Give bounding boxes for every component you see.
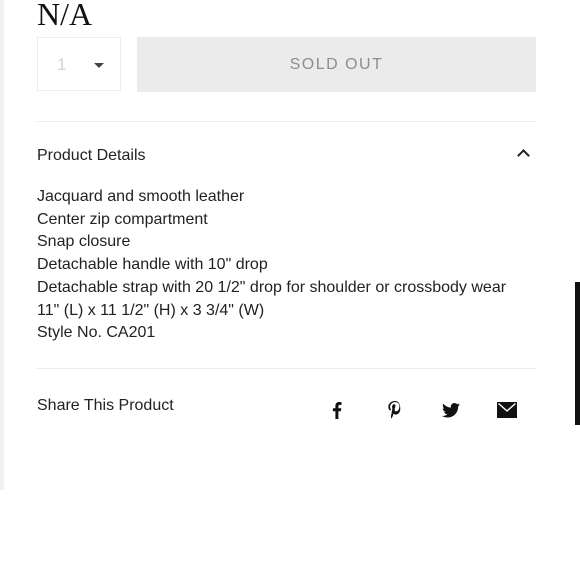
product-page: N/A 1 SOLD OUT Product Details Jacquard … <box>0 0 580 580</box>
sold-out-button[interactable]: SOLD OUT <box>137 37 536 92</box>
quantity-select[interactable]: 1 <box>37 37 121 91</box>
detail-item: Snap closure <box>37 233 131 251</box>
detail-item: Detachable handle with 10" drop <box>37 256 268 274</box>
detail-item: Center zip compartment <box>37 210 208 228</box>
facebook-icon[interactable] <box>327 400 347 420</box>
twitter-icon[interactable] <box>441 400 461 420</box>
email-icon[interactable] <box>497 400 517 420</box>
chevron-up-icon <box>517 149 530 162</box>
detail-item: Jacquard and smooth leather <box>37 188 245 205</box>
left-rail <box>0 0 4 490</box>
scrollbar[interactable] <box>575 282 580 425</box>
product-price: N/A <box>37 0 93 32</box>
quantity-value: 1 <box>57 55 67 74</box>
divider <box>37 121 536 122</box>
detail-item: 11" (L) x 11 1/2" (H) x 3 3/4" (W) <box>37 301 265 319</box>
product-details-title: Product Details <box>37 147 146 164</box>
caret-down-icon <box>94 63 104 68</box>
detail-item: Detachable strap with 20 1/2" drop for s… <box>37 278 507 296</box>
product-details-toggle[interactable]: Product Details <box>37 143 536 169</box>
detail-item: Style No. CA201 <box>37 324 156 342</box>
divider <box>37 368 536 369</box>
share-label: Share This Product <box>37 397 174 414</box>
product-details-list: Jacquard and smooth leather Center zip c… <box>37 186 506 345</box>
pinterest-icon[interactable] <box>385 400 405 420</box>
